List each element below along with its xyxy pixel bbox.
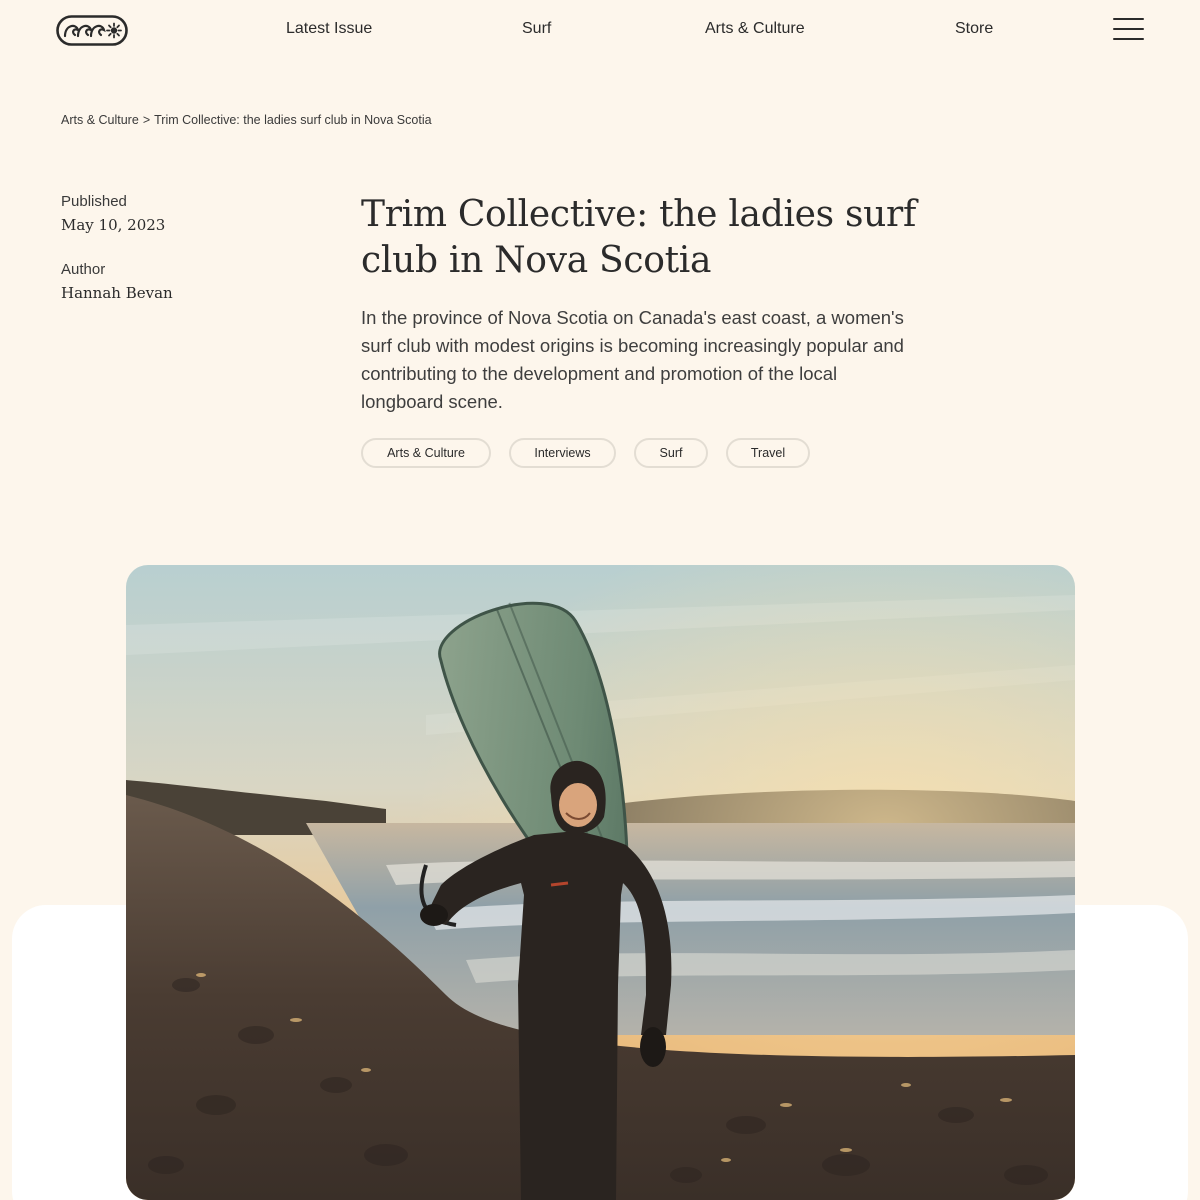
published-date: May 10, 2023 — [61, 216, 166, 234]
breadcrumb-separator: > — [142, 113, 151, 127]
published-label: Published — [61, 193, 127, 210]
breadcrumb-parent-link[interactable]: Arts & Culture — [61, 113, 139, 127]
nav-store[interactable]: Store — [955, 19, 993, 39]
hamburger-menu-icon[interactable] — [1113, 18, 1144, 42]
surfer-photo — [126, 565, 1075, 1200]
hero-image — [126, 565, 1075, 1200]
nav-arts-culture[interactable]: Arts & Culture — [705, 19, 805, 39]
magazine-logo[interactable] — [56, 15, 128, 46]
author-name[interactable]: Hannah Bevan — [61, 284, 173, 302]
article-page: Latest Issue Surf Arts & Culture Store A… — [0, 0, 1200, 1200]
menu-line — [1113, 18, 1144, 20]
tag-surf[interactable]: Surf — [634, 438, 708, 468]
article-summary: In the province of Nova Scotia on Canada… — [361, 307, 904, 412]
nav-surf[interactable]: Surf — [522, 19, 551, 39]
tag-arts-culture[interactable]: Arts & Culture — [361, 438, 491, 468]
nav-latest-issue[interactable]: Latest Issue — [286, 19, 372, 39]
menu-line — [1113, 38, 1144, 40]
tag-travel[interactable]: Travel — [726, 438, 810, 468]
article-title: Trim Collective: the ladies surf club in… — [361, 194, 916, 281]
tag-interviews[interactable]: Interviews — [509, 438, 616, 468]
breadcrumb: Arts & Culture > Trim Collective: the ladi… — [61, 112, 432, 128]
author-label: Author — [61, 261, 106, 278]
menu-line — [1113, 28, 1144, 30]
breadcrumb-current: Trim Collective: the ladies surf club in… — [154, 113, 432, 127]
